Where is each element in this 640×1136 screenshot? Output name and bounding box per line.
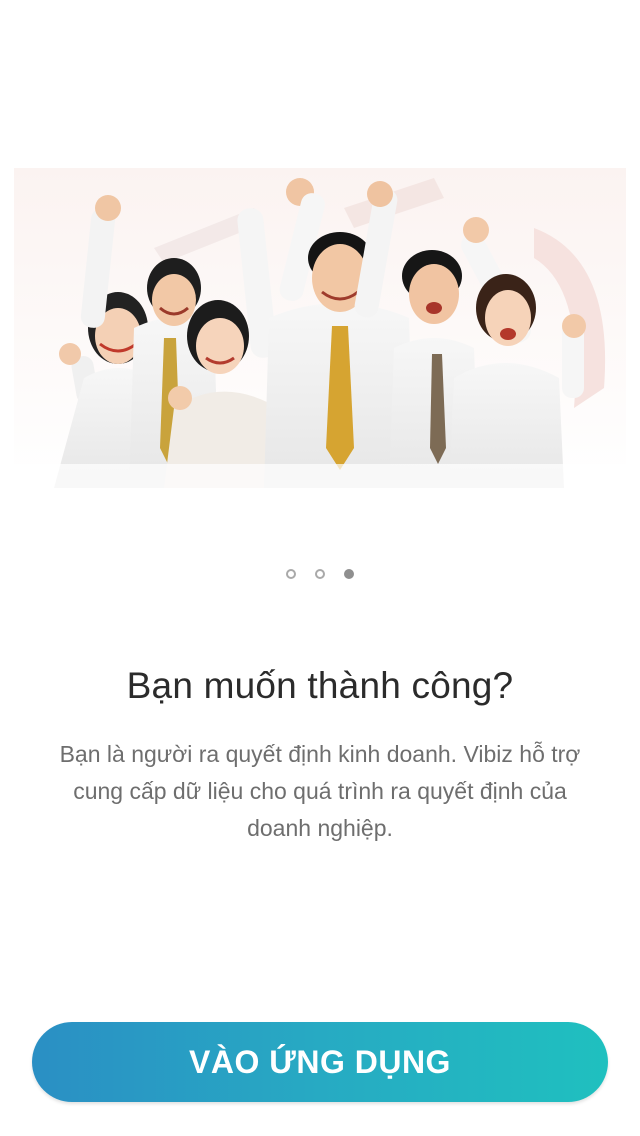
onboarding-title: Bạn muốn thành công?	[126, 665, 514, 706]
page-dot-1[interactable]	[286, 569, 296, 579]
page-indicator[interactable]	[0, 569, 640, 579]
onboarding-description: Bạn là người ra quyết định kinh doanh. V…	[59, 741, 581, 841]
enter-app-button[interactable]: VÀO ỨNG DỤNG	[32, 1022, 608, 1102]
page-dot-3-active[interactable]	[344, 569, 354, 579]
team-celebrating-illustration	[14, 168, 626, 488]
page-dot-2[interactable]	[315, 569, 325, 579]
onboarding-screen: Bạn muốn thành công? Bạn là người ra quy…	[0, 0, 640, 1136]
hero-image	[14, 168, 626, 488]
